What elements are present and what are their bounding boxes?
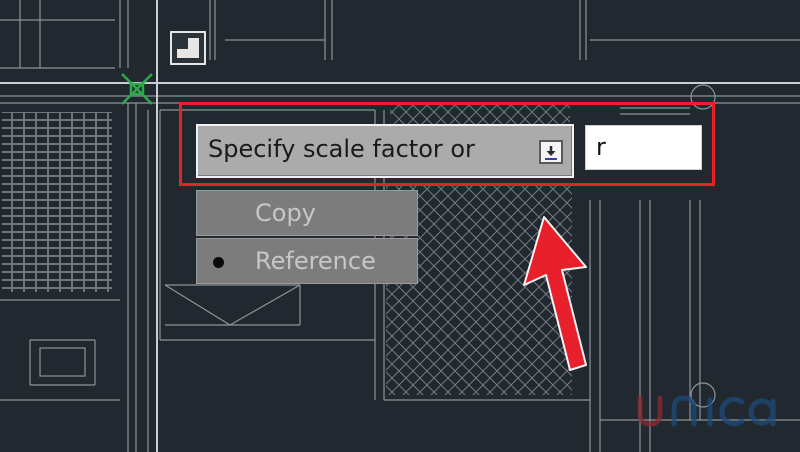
base-point-marker — [121, 73, 153, 105]
drawing-viewport[interactable]: Specify scale factor or r Copy Reference — [0, 0, 800, 452]
command-options-menu: Copy Reference — [196, 190, 418, 285]
selected-bullet-icon — [213, 257, 224, 268]
option-copy-label: Copy — [255, 199, 316, 227]
option-copy[interactable]: Copy — [196, 190, 418, 236]
annotation-highlight-frame — [179, 102, 715, 186]
option-reference-label: Reference — [255, 247, 376, 275]
annotation-arrow-icon — [523, 216, 587, 371]
cursor-grip-icon — [170, 31, 206, 65]
option-reference[interactable]: Reference — [196, 238, 418, 284]
brick-hatch-region — [2, 112, 112, 292]
unica-watermark-logo — [637, 395, 776, 427]
